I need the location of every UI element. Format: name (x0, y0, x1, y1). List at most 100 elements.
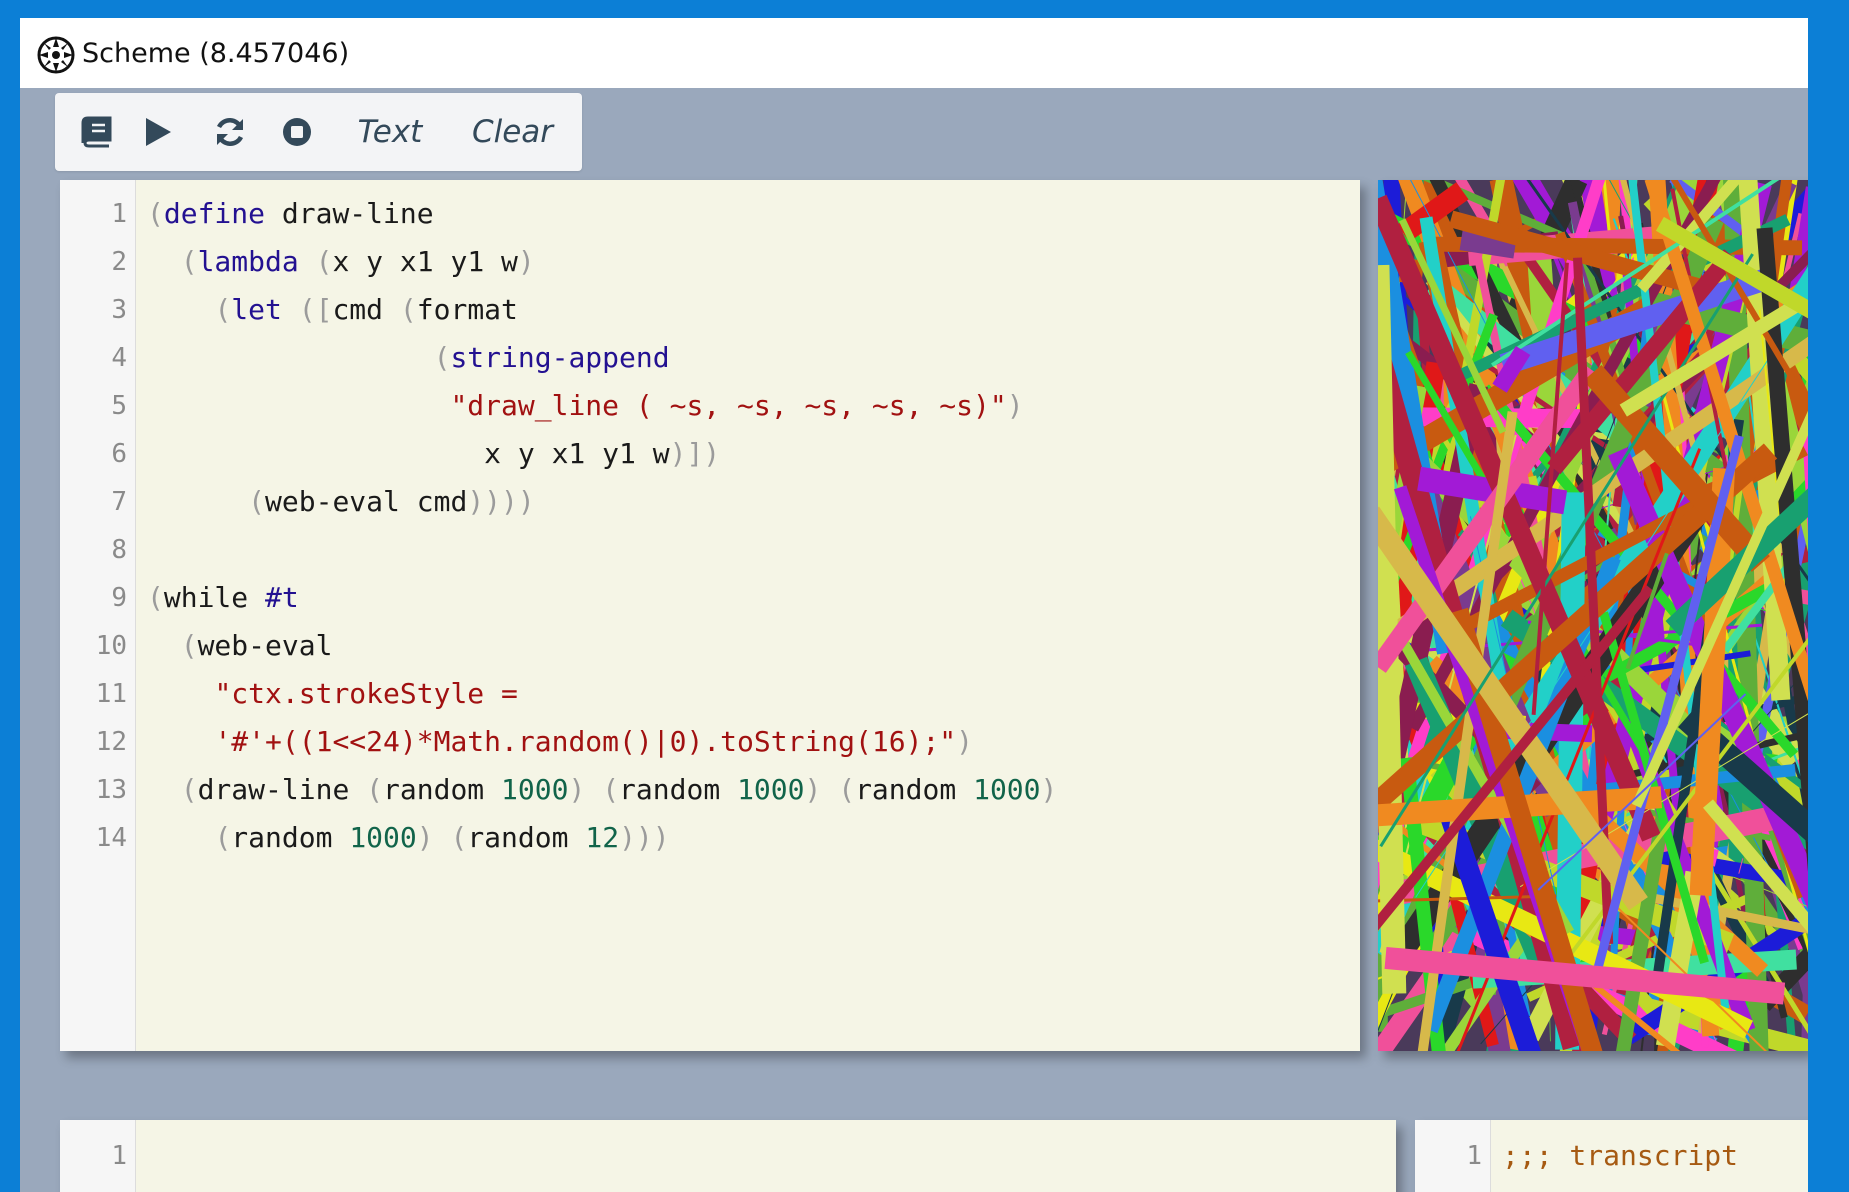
code-line: (web-eval cmd)))) (147, 478, 1057, 526)
code-line: (lambda (x y x1 y1 w) (147, 238, 1057, 286)
text-button[interactable]: Text (345, 93, 435, 171)
code-token: ) (1040, 773, 1058, 806)
line-number: 9 (111, 583, 127, 613)
refresh-icon (213, 115, 247, 149)
code-editor[interactable]: 1 2 3 4 5 6 7 8 9 10 11 12 13 14 (define draw-line (l… (60, 180, 1360, 1051)
code-line: (define draw-line (147, 190, 1057, 238)
code-token: string-append (450, 341, 670, 374)
code-token: ))) (619, 821, 670, 854)
text-button-label: Text (357, 114, 423, 150)
code-token: 12 (585, 821, 620, 854)
code-token: 1000 (349, 821, 417, 854)
code-token: ) (517, 245, 535, 278)
code-token: lambda (197, 245, 299, 278)
code-token: ( (602, 773, 620, 806)
code-token: ) (416, 821, 434, 854)
code-line: (let ([cmd (format (147, 286, 1057, 334)
code-token: "draw_line ( ~s, ~s, ~s, ~s, ~s)" (450, 389, 1007, 422)
transcript-panel: 1 ;;; transcript (1415, 1120, 1808, 1192)
code-token: random (467, 821, 586, 854)
code-token: '#'+((1<<24)*Math.random()|0).toString(1… (214, 725, 957, 758)
book-button[interactable] (71, 93, 121, 171)
code-token: random (231, 821, 350, 854)
code-editor-content[interactable]: (define draw-line (lambda (x y x1 y1 w) … (147, 190, 1057, 862)
line-number: 3 (111, 295, 127, 325)
clear-button[interactable]: Clear (455, 93, 570, 171)
code-line: (random 1000) (random 12))) (147, 814, 1057, 862)
code-line: x y x1 y1 w)]) (147, 430, 1057, 478)
stop-icon (281, 116, 313, 148)
book-icon (79, 116, 113, 148)
code-token: draw-line (265, 197, 434, 230)
code-token: format (416, 293, 518, 326)
reload-button[interactable] (205, 93, 255, 171)
code-token: ( (214, 821, 232, 854)
stop-button[interactable] (272, 93, 322, 171)
code-token: x y x1 y1 w (147, 437, 670, 470)
code-token: random (855, 773, 974, 806)
code-token: ( (214, 293, 232, 326)
canvas-output[interactable] (1378, 180, 1808, 1051)
run-button[interactable] (133, 93, 183, 171)
code-token: web-eval cmd (265, 485, 468, 518)
code-line: (string-append (147, 334, 1057, 382)
line-number: 14 (95, 823, 127, 853)
random-lines-drawing (1378, 180, 1808, 1051)
window-title: Scheme (8.457046) (82, 38, 350, 69)
transcript-gutter: 1 (1415, 1120, 1491, 1192)
app-window: Scheme (8.457046) Text Clear 1 2 3 4 5 6… (20, 18, 1808, 1192)
code-line: (while #t (147, 574, 1057, 622)
code-line: (draw-line (random 1000) (random 1000) (… (147, 766, 1058, 814)
line-number: 11 (95, 679, 127, 709)
code-token: web-eval (197, 629, 333, 662)
code-token: ( (147, 581, 164, 614)
code-token: ) (568, 773, 586, 806)
code-token: ( (147, 197, 164, 230)
code-token: draw-line (197, 773, 367, 806)
code-line: (web-eval (147, 622, 1057, 670)
repl-editor[interactable]: 1 (60, 1120, 1396, 1192)
code-token: ([ (298, 293, 333, 326)
line-number: 5 (111, 391, 127, 421)
code-token: ( (450, 821, 468, 854)
code-token: ) (1006, 389, 1024, 422)
drawn-line (1378, 264, 1407, 994)
clear-button-label: Clear (471, 114, 554, 150)
code-token: ( (248, 485, 266, 518)
code-token: ( (180, 629, 198, 662)
code-token: ( (315, 245, 333, 278)
code-token: ( (433, 341, 451, 374)
transcript-text: ;;; transcript (1502, 1139, 1739, 1172)
line-number: 7 (111, 487, 127, 517)
code-line: "draw_line ( ~s, ~s, ~s, ~s, ~s)") (147, 382, 1057, 430)
code-token: 1000 (973, 773, 1041, 806)
code-token: "ctx.strokeStyle = (214, 677, 518, 710)
code-token: ( (180, 773, 198, 806)
line-number: 4 (111, 343, 127, 373)
scheme-logo-icon (35, 34, 77, 76)
line-number: 8 (111, 535, 127, 565)
desktop-background (1808, 0, 1849, 1192)
code-token: 1000 (737, 773, 805, 806)
line-number: 13 (95, 775, 127, 805)
code-token: random (619, 773, 738, 806)
line-number: 12 (95, 727, 127, 757)
code-token: cmd (332, 293, 400, 326)
code-token: random (383, 773, 502, 806)
line-number: 1 (111, 199, 127, 229)
code-token: ) (804, 773, 822, 806)
toolbar: Text Clear (55, 93, 582, 171)
code-token: #t (265, 581, 299, 614)
